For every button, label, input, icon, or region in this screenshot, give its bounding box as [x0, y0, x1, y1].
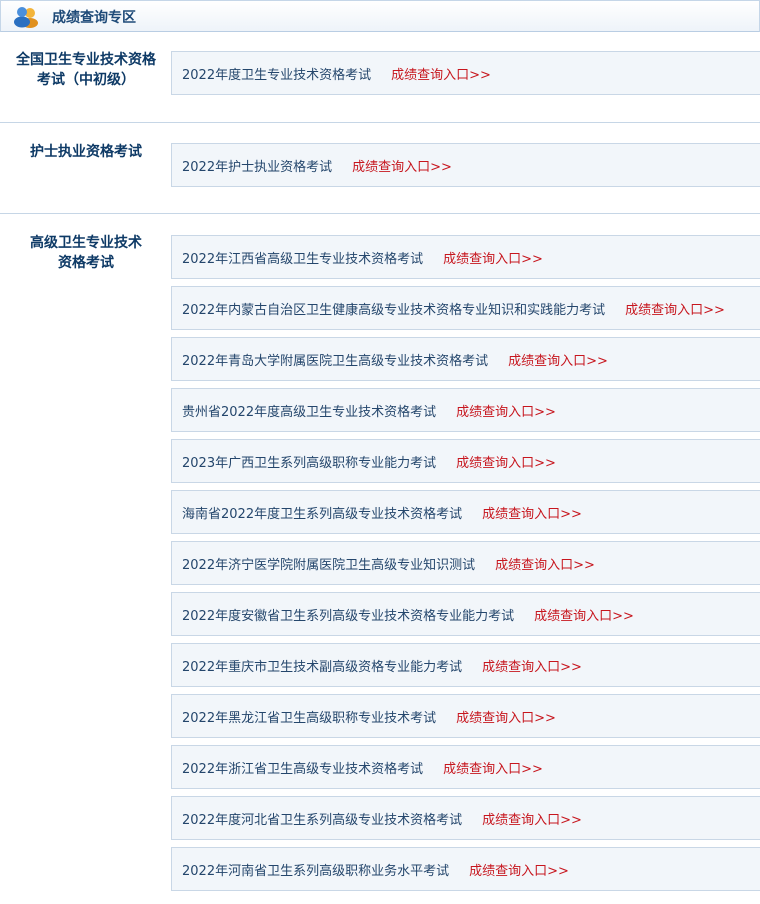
user-group-icon — [14, 7, 38, 28]
list-item: 2022年济宁医学院附属医院卫生高级专业知识测试 成绩查询入口>> — [171, 541, 760, 585]
list-item: 海南省2022年度卫生系列高级专业技术资格考试 成绩查询入口>> — [171, 490, 760, 534]
list-item: 2022年青岛大学附属医院卫生高级专业技术资格考试 成绩查询入口>> — [171, 337, 760, 381]
section-senior-exam: 高级卫生专业技术 资格考试 2022年江西省高级卫生专业技术资格考试 成绩查询入口… — [0, 214, 760, 904]
list-item: 2022年浙江省卫生高级专业技术资格考试 成绩查询入口>> — [171, 745, 760, 789]
list-item: 2022年度卫生专业技术资格考试 成绩查询入口>> — [171, 51, 760, 95]
query-link[interactable]: 成绩查询入口>> — [495, 558, 595, 573]
query-link[interactable]: 成绩查询入口>> — [456, 711, 556, 726]
list-item: 2022年内蒙古自治区卫生健康高级专业技术资格专业知识和实践能力考试 成绩查询入口… — [171, 286, 760, 330]
query-link[interactable]: 成绩查询入口>> — [456, 456, 556, 471]
list-item: 2023年广西卫生系列高级职称专业能力考试 成绩查询入口>> — [171, 439, 760, 483]
query-link[interactable]: 成绩查询入口>> — [625, 303, 725, 318]
query-link[interactable]: 成绩查询入口>> — [443, 762, 543, 777]
section-label: 高级卫生专业技术 资格考试 — [30, 235, 142, 271]
query-link[interactable]: 成绩查询入口>> — [391, 68, 491, 83]
query-link[interactable]: 成绩查询入口>> — [469, 864, 569, 879]
page-title: 成绩查询专区 — [52, 10, 136, 26]
query-link[interactable]: 成绩查询入口>> — [456, 405, 556, 420]
section-label: 护士执业资格考试 — [30, 144, 142, 160]
query-link[interactable]: 成绩查询入口>> — [352, 160, 452, 175]
list-item: 2022年度河北省卫生系列高级专业技术资格考试 成绩查询入口>> — [171, 796, 760, 840]
query-link[interactable]: 成绩查询入口>> — [482, 660, 582, 675]
section-nurse-exam: 护士执业资格考试 2022年护士执业资格考试 成绩查询入口>> — [0, 123, 760, 214]
section-label: 全国卫生专业技术资格 考试（中初级） — [16, 52, 156, 88]
list-item: 2022年重庆市卫生技术副高级资格专业能力考试 成绩查询入口>> — [171, 643, 760, 687]
list-item: 2022年度安徽省卫生系列高级专业技术资格专业能力考试 成绩查询入口>> — [171, 592, 760, 636]
section-national-exam: 全国卫生专业技术资格 考试（中初级） 2022年度卫生专业技术资格考试 成绩查询入… — [0, 31, 760, 123]
query-link[interactable]: 成绩查询入口>> — [482, 507, 582, 522]
list-item: 2022年河南省卫生系列高级职称业务水平考试 成绩查询入口>> — [171, 847, 760, 891]
query-link[interactable]: 成绩查询入口>> — [443, 252, 543, 267]
query-link[interactable]: 成绩查询入口>> — [508, 354, 608, 369]
list-item: 2022年江西省高级卫生专业技术资格考试 成绩查询入口>> — [171, 235, 760, 279]
query-link[interactable]: 成绩查询入口>> — [482, 813, 582, 828]
section-header: 成绩查询专区 — [0, 0, 760, 32]
query-link[interactable]: 成绩查询入口>> — [534, 609, 634, 624]
list-item: 贵州省2022年度高级卫生专业技术资格考试 成绩查询入口>> — [171, 388, 760, 432]
list-item: 2022年护士执业资格考试 成绩查询入口>> — [171, 143, 760, 187]
list-item: 2022年黑龙江省卫生高级职称专业技术考试 成绩查询入口>> — [171, 694, 760, 738]
